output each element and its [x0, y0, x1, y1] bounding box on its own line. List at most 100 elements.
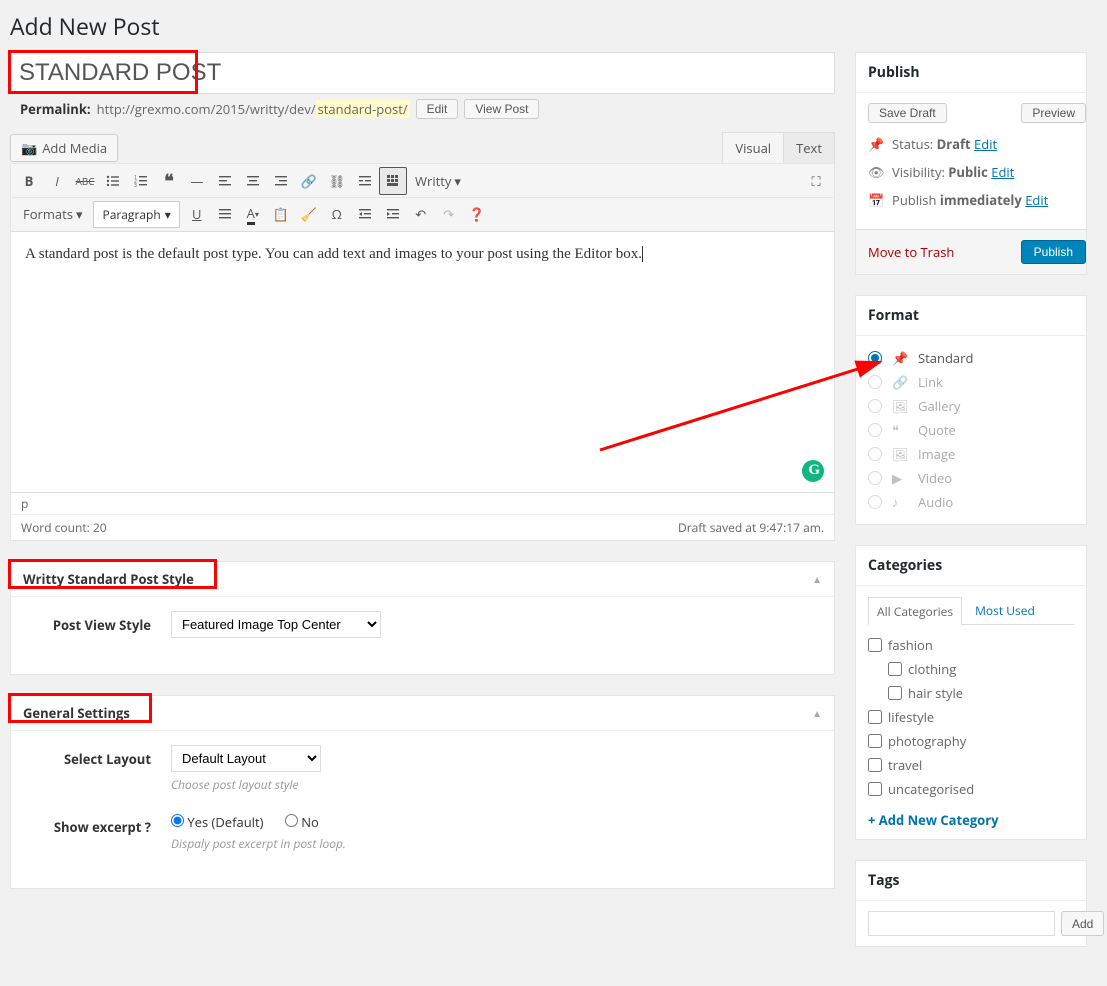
category-checkbox[interactable] — [868, 734, 882, 748]
editor: B I ABC 123 ❝ — 🔗 — [10, 163, 835, 541]
editor-content[interactable]: A standard post is the default post type… — [11, 232, 834, 492]
editor-path: p — [11, 493, 834, 515]
category-item[interactable]: uncategorised — [868, 777, 1074, 801]
publish-title: Publish — [856, 53, 1086, 93]
underline-icon[interactable]: U — [183, 200, 211, 228]
redo-icon[interactable]: ↷ — [435, 200, 463, 228]
toolbar-toggle-icon[interactable] — [379, 167, 407, 195]
category-checkbox[interactable] — [868, 782, 882, 796]
category-checkbox[interactable] — [888, 662, 902, 676]
format-audio-icon: ♪ — [892, 493, 908, 511]
align-justify-icon[interactable] — [211, 200, 239, 228]
post-view-style-select[interactable]: Featured Image Top Center — [171, 611, 381, 638]
numbered-list-icon[interactable]: 123 — [127, 167, 155, 195]
writty-dropdown[interactable]: Writty ▾ — [407, 168, 469, 194]
view-post-button[interactable]: View Post — [464, 99, 539, 119]
special-char-icon[interactable]: Ω — [323, 200, 351, 228]
show-excerpt-no[interactable]: No — [285, 813, 319, 831]
word-count: Word count: 20 — [21, 519, 107, 536]
hr-icon[interactable]: — — [183, 167, 211, 195]
format-option-audio[interactable]: ♪Audio — [868, 490, 1074, 514]
unlink-icon[interactable]: ⛓ — [323, 167, 351, 195]
format-option-video[interactable]: ▶Video — [868, 466, 1074, 490]
format-option-link[interactable]: 🔗Link — [868, 370, 1074, 394]
page-title: Add New Post — [10, 10, 1087, 42]
category-checkbox[interactable] — [888, 686, 902, 700]
indent-icon[interactable] — [379, 200, 407, 228]
blockquote-icon[interactable]: ❝ — [155, 167, 183, 195]
category-item[interactable]: hair style — [868, 681, 1074, 705]
link-icon[interactable]: 🔗 — [295, 167, 323, 195]
format-option-gallery[interactable]: 🖼Gallery — [868, 394, 1074, 418]
paste-text-icon[interactable]: 📋 — [267, 200, 295, 228]
format-option-image[interactable]: 🖼Image — [868, 442, 1074, 466]
select-layout-label: Select Layout — [31, 745, 151, 768]
strikethrough-icon[interactable]: ABC — [71, 167, 99, 195]
select-layout-select[interactable]: Default Layout — [171, 745, 321, 772]
italic-icon[interactable]: I — [43, 167, 71, 195]
category-checkbox[interactable] — [868, 758, 882, 772]
category-item[interactable]: fashion — [868, 633, 1074, 657]
align-center-icon[interactable] — [239, 167, 267, 195]
category-checkbox[interactable] — [868, 710, 882, 724]
edit-permalink-button[interactable]: Edit — [416, 99, 459, 119]
publish-button[interactable]: Publish — [1021, 240, 1086, 264]
tags-title: Tags — [856, 861, 1086, 901]
category-checkbox[interactable] — [868, 638, 882, 652]
formats-dropdown[interactable]: Formats ▾ — [15, 201, 90, 227]
format-option-standard[interactable]: 📌Standard — [868, 346, 1074, 370]
draft-saved: Draft saved at 9:47:17 am. — [678, 519, 824, 536]
radio-icon — [868, 471, 882, 485]
move-to-trash-link[interactable]: Move to Trash — [868, 243, 954, 261]
tab-all-categories[interactable]: All Categories — [868, 597, 962, 625]
edit-status-link[interactable]: Edit — [974, 135, 997, 153]
format-title: Format — [856, 296, 1086, 336]
edit-visibility-link[interactable]: Edit — [991, 163, 1014, 181]
add-media-button[interactable]: 📷 Add Media — [10, 134, 118, 162]
add-new-category-link[interactable]: + Add New Category — [868, 811, 999, 829]
show-excerpt-help: Dispaly post excerpt in post loop. — [171, 835, 814, 852]
help-icon[interactable]: ❓ — [463, 200, 491, 228]
post-title-input[interactable] — [10, 52, 835, 94]
outdent-icon[interactable] — [351, 200, 379, 228]
tab-most-used[interactable]: Most Used — [966, 596, 1044, 624]
radio-icon — [868, 447, 882, 461]
collapse-icon[interactable]: ▲ — [812, 572, 822, 586]
align-left-icon[interactable] — [211, 167, 239, 195]
category-item[interactable]: lifestyle — [868, 705, 1074, 729]
format-link-icon: 🔗 — [892, 373, 908, 391]
format-quote-icon: ❝ — [892, 421, 908, 439]
tab-visual[interactable]: Visual — [722, 132, 784, 163]
paragraph-dropdown[interactable]: Paragraph ▾ — [93, 201, 179, 228]
chevron-down-icon: ▾ — [165, 206, 171, 223]
preview-button[interactable]: Preview — [1021, 103, 1086, 123]
add-tag-button[interactable]: Add — [1061, 911, 1104, 936]
format-option-quote[interactable]: ❝Quote — [868, 418, 1074, 442]
undo-icon[interactable]: ↶ — [407, 200, 435, 228]
tab-text[interactable]: Text — [783, 132, 835, 163]
save-draft-button[interactable]: Save Draft — [868, 103, 947, 123]
categories-title: Categories — [856, 546, 1086, 586]
category-item[interactable]: clothing — [868, 657, 1074, 681]
tags-input[interactable] — [868, 911, 1055, 936]
category-item[interactable]: photography — [868, 729, 1074, 753]
radio-icon — [868, 423, 882, 437]
format-gallery-icon: 🖼 — [892, 397, 908, 415]
radio-icon — [868, 399, 882, 413]
collapse-icon[interactable]: ▲ — [812, 706, 822, 720]
category-item[interactable]: travel — [868, 753, 1074, 777]
format-standard-icon: 📌 — [892, 349, 908, 367]
text-color-icon[interactable]: A ▾ — [239, 200, 267, 228]
bullet-list-icon[interactable] — [99, 167, 127, 195]
fullscreen-icon[interactable]: ⛶ — [802, 167, 830, 195]
bold-icon[interactable]: B — [15, 167, 43, 195]
show-excerpt-label: Show excerpt ? — [31, 813, 151, 836]
edit-schedule-link[interactable]: Edit — [1025, 191, 1048, 209]
grammarly-icon: G — [808, 462, 820, 479]
read-more-icon[interactable] — [351, 167, 379, 195]
show-excerpt-yes[interactable]: Yes (Default) — [171, 813, 263, 831]
align-right-icon[interactable] — [267, 167, 295, 195]
select-layout-help: Choose post layout style — [171, 776, 814, 793]
clear-format-icon[interactable]: 🧹 — [295, 200, 323, 228]
panel-title-general: General Settings — [23, 704, 130, 722]
